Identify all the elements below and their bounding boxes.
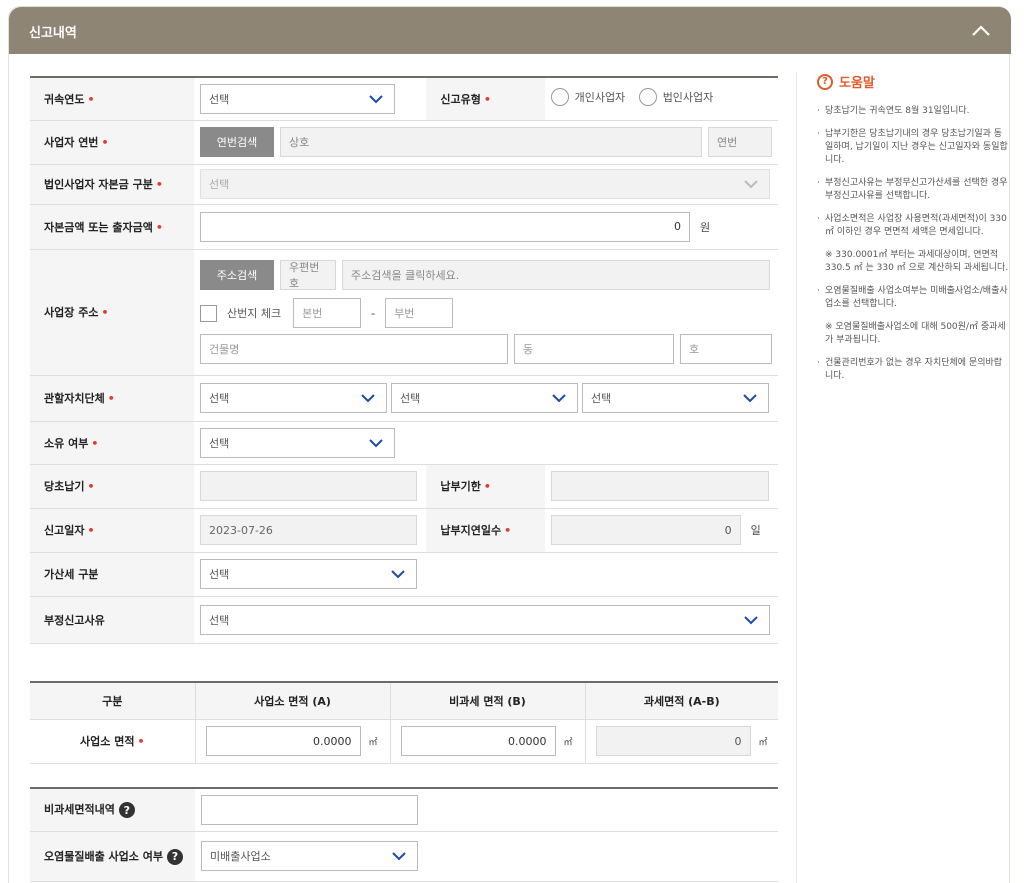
help-item: 건물관리번호가 없는 경우 자치단체에 문의바랍니다.: [817, 357, 1010, 383]
m2-unit: ㎡: [563, 737, 573, 748]
ho-input[interactable]: 호: [680, 334, 772, 364]
extra-form: 비과세면적내역? 오염물질배출 사업소 여부? 미배출사업소: [30, 787, 778, 882]
dong-input[interactable]: 동: [514, 334, 674, 364]
business-area-input[interactable]: 0.0000: [205, 726, 361, 756]
business-serial-label: 사업자 연번 •: [30, 120, 194, 165]
chevron-down-icon: [552, 394, 566, 403]
chevron-down-icon: [392, 852, 406, 861]
payment-deadline-label: 납부기한 •: [426, 464, 545, 509]
mountain-lot-label: 산번지 체크: [227, 307, 282, 320]
help-item: 부정신고사유는 부정무신고가산세를 선택한 경우 부정신고사유를 선택합니다.: [817, 177, 1010, 203]
chevron-down-icon: [743, 394, 757, 403]
nontax-detail-label: 비과세면적내역?: [30, 787, 195, 832]
business-address-label: 사업장 주소 •: [30, 249, 194, 376]
area-table: 구분 사업소 면적 (A) 비과세 면적 (B) 과세면적 (A-B) 사업소 …: [30, 681, 778, 764]
capital-category-select[interactable]: 선택: [200, 169, 770, 199]
help-list: 당초납기는 귀속연도 8월 31일입니다. 납부기한은 당초납기내의 경우 당초…: [817, 105, 1010, 383]
help-title: ? 도움말: [817, 72, 1010, 91]
address-search-button[interactable]: 주소검색: [200, 260, 274, 290]
area-header-business: 사업소 면적 (A): [194, 681, 390, 720]
radio-individual[interactable]: 개인사업자: [550, 88, 625, 107]
won-unit: 원: [700, 220, 711, 234]
capital-amount-label: 자본금액 또는 출자금액 •: [30, 204, 194, 250]
city-select[interactable]: 선택: [391, 383, 578, 413]
report-date-label: 신고일자 •: [30, 508, 194, 553]
mountain-lot-checkbox[interactable]: [200, 304, 217, 322]
dash-separator: -: [371, 306, 376, 320]
capital-amount-input[interactable]: 0: [200, 211, 690, 242]
area-header-category: 구분: [30, 681, 195, 720]
building-name-input[interactable]: 건물명: [200, 334, 508, 364]
late-days-field[interactable]: 0: [550, 515, 741, 545]
local-government-label: 관할자치단체 •: [30, 375, 194, 422]
attribution-year-label: 귀속연도 •: [30, 76, 194, 121]
help-item: 납부기한은 당초납기내의 경우 당초납기일과 동일하며, 납기일이 지난 경우는…: [817, 128, 1010, 167]
payment-deadline-field[interactable]: [550, 471, 769, 501]
help-note: ※ 오염물질배출사업소에 대해 500원/㎡ 중과세가 부과됩니다.: [825, 322, 1006, 345]
ownership-label: 소유 여부 •: [30, 421, 194, 465]
main-number-input[interactable]: 본번: [293, 298, 362, 328]
chevron-up-icon[interactable]: [969, 19, 993, 43]
capital-category-label: 법인사업자 자본금 구분 •: [30, 164, 194, 205]
improper-reason-label: 부정신고사유: [30, 596, 194, 644]
province-select[interactable]: 선택: [200, 383, 387, 413]
question-icon[interactable]: ?: [118, 802, 135, 819]
chevron-down-icon: [369, 95, 383, 104]
help-note: ※ 330.0001㎡ 부터는 과세대상이며, 연면적 330.5 ㎡ 는 33…: [825, 250, 1009, 273]
penalty-type-label: 가산세 구분: [30, 552, 194, 597]
chevron-down-icon: [361, 394, 375, 403]
taxable-area-field[interactable]: 0: [595, 726, 751, 756]
report-form: 귀속연도 • 선택 신고유형 • 개인사업자 법인사업자 사업자 연번 • 연번검색 …: [30, 76, 778, 644]
question-icon[interactable]: ?: [166, 848, 183, 865]
help-icon: ?: [817, 73, 833, 90]
company-name-field[interactable]: 상호: [280, 127, 702, 157]
area-header-nontax: 비과세 면적 (B): [389, 681, 585, 720]
chevron-down-icon: [369, 438, 383, 447]
report-date-field[interactable]: 2023-07-26: [200, 515, 417, 545]
help-panel: ? 도움말 당초납기는 귀속연도 8월 31일입니다. 납부기한은 당초납기내의…: [796, 72, 1010, 883]
district-select[interactable]: 선택: [582, 383, 769, 413]
area-row-label: 사업소 면적 •: [30, 719, 195, 764]
help-item: 사업소면적은 사업장 사용면적(과세면적)이 330㎡ 이하인 경우 면면적 세…: [817, 213, 1010, 239]
initial-due-label: 당초납기 •: [30, 464, 194, 509]
ownership-select[interactable]: 선택: [200, 427, 395, 458]
area-header-taxable: 과세면적 (A-B): [584, 681, 778, 720]
nontax-detail-input[interactable]: [201, 794, 418, 825]
nontax-area-input[interactable]: 0.0000: [400, 726, 556, 756]
zipcode-field[interactable]: 우편번호: [280, 260, 336, 290]
panel-header: 신고내역: [9, 7, 1011, 54]
pollutant-label: 오염물질배출 사업소 여부?: [30, 831, 195, 882]
chevron-down-icon: [391, 570, 405, 579]
serial-search-button[interactable]: 연번검색: [200, 127, 274, 157]
m2-unit: ㎡: [758, 737, 768, 748]
initial-due-field[interactable]: [200, 471, 417, 501]
sub-number-input[interactable]: 부번: [385, 298, 454, 328]
penalty-type-select[interactable]: 선택: [200, 559, 417, 589]
chevron-down-icon: [744, 615, 758, 624]
report-type-label: 신고유형 •: [426, 76, 545, 121]
late-days-label: 납부지연일수 •: [426, 508, 545, 553]
panel-title: 신고내역: [29, 26, 77, 41]
help-item: 오염물질배출 사업소여부는 미배출사업소/배출사업소를 선택합니다.: [817, 285, 1010, 311]
improper-reason-select[interactable]: 선택: [200, 604, 770, 635]
chevron-down-icon: [744, 180, 758, 189]
pollutant-select[interactable]: 미배출사업소: [201, 841, 418, 871]
address-field[interactable]: 주소검색을 클릭하세요.: [342, 260, 770, 290]
radio-corporate[interactable]: 법인사업자: [638, 88, 713, 107]
day-unit: 일: [750, 524, 761, 537]
help-item: 당초납기는 귀속연도 8월 31일입니다.: [817, 105, 1010, 118]
attribution-year-select[interactable]: 선택: [200, 83, 395, 114]
serial-number-field[interactable]: 연번: [708, 127, 772, 157]
m2-unit: ㎡: [368, 737, 378, 748]
